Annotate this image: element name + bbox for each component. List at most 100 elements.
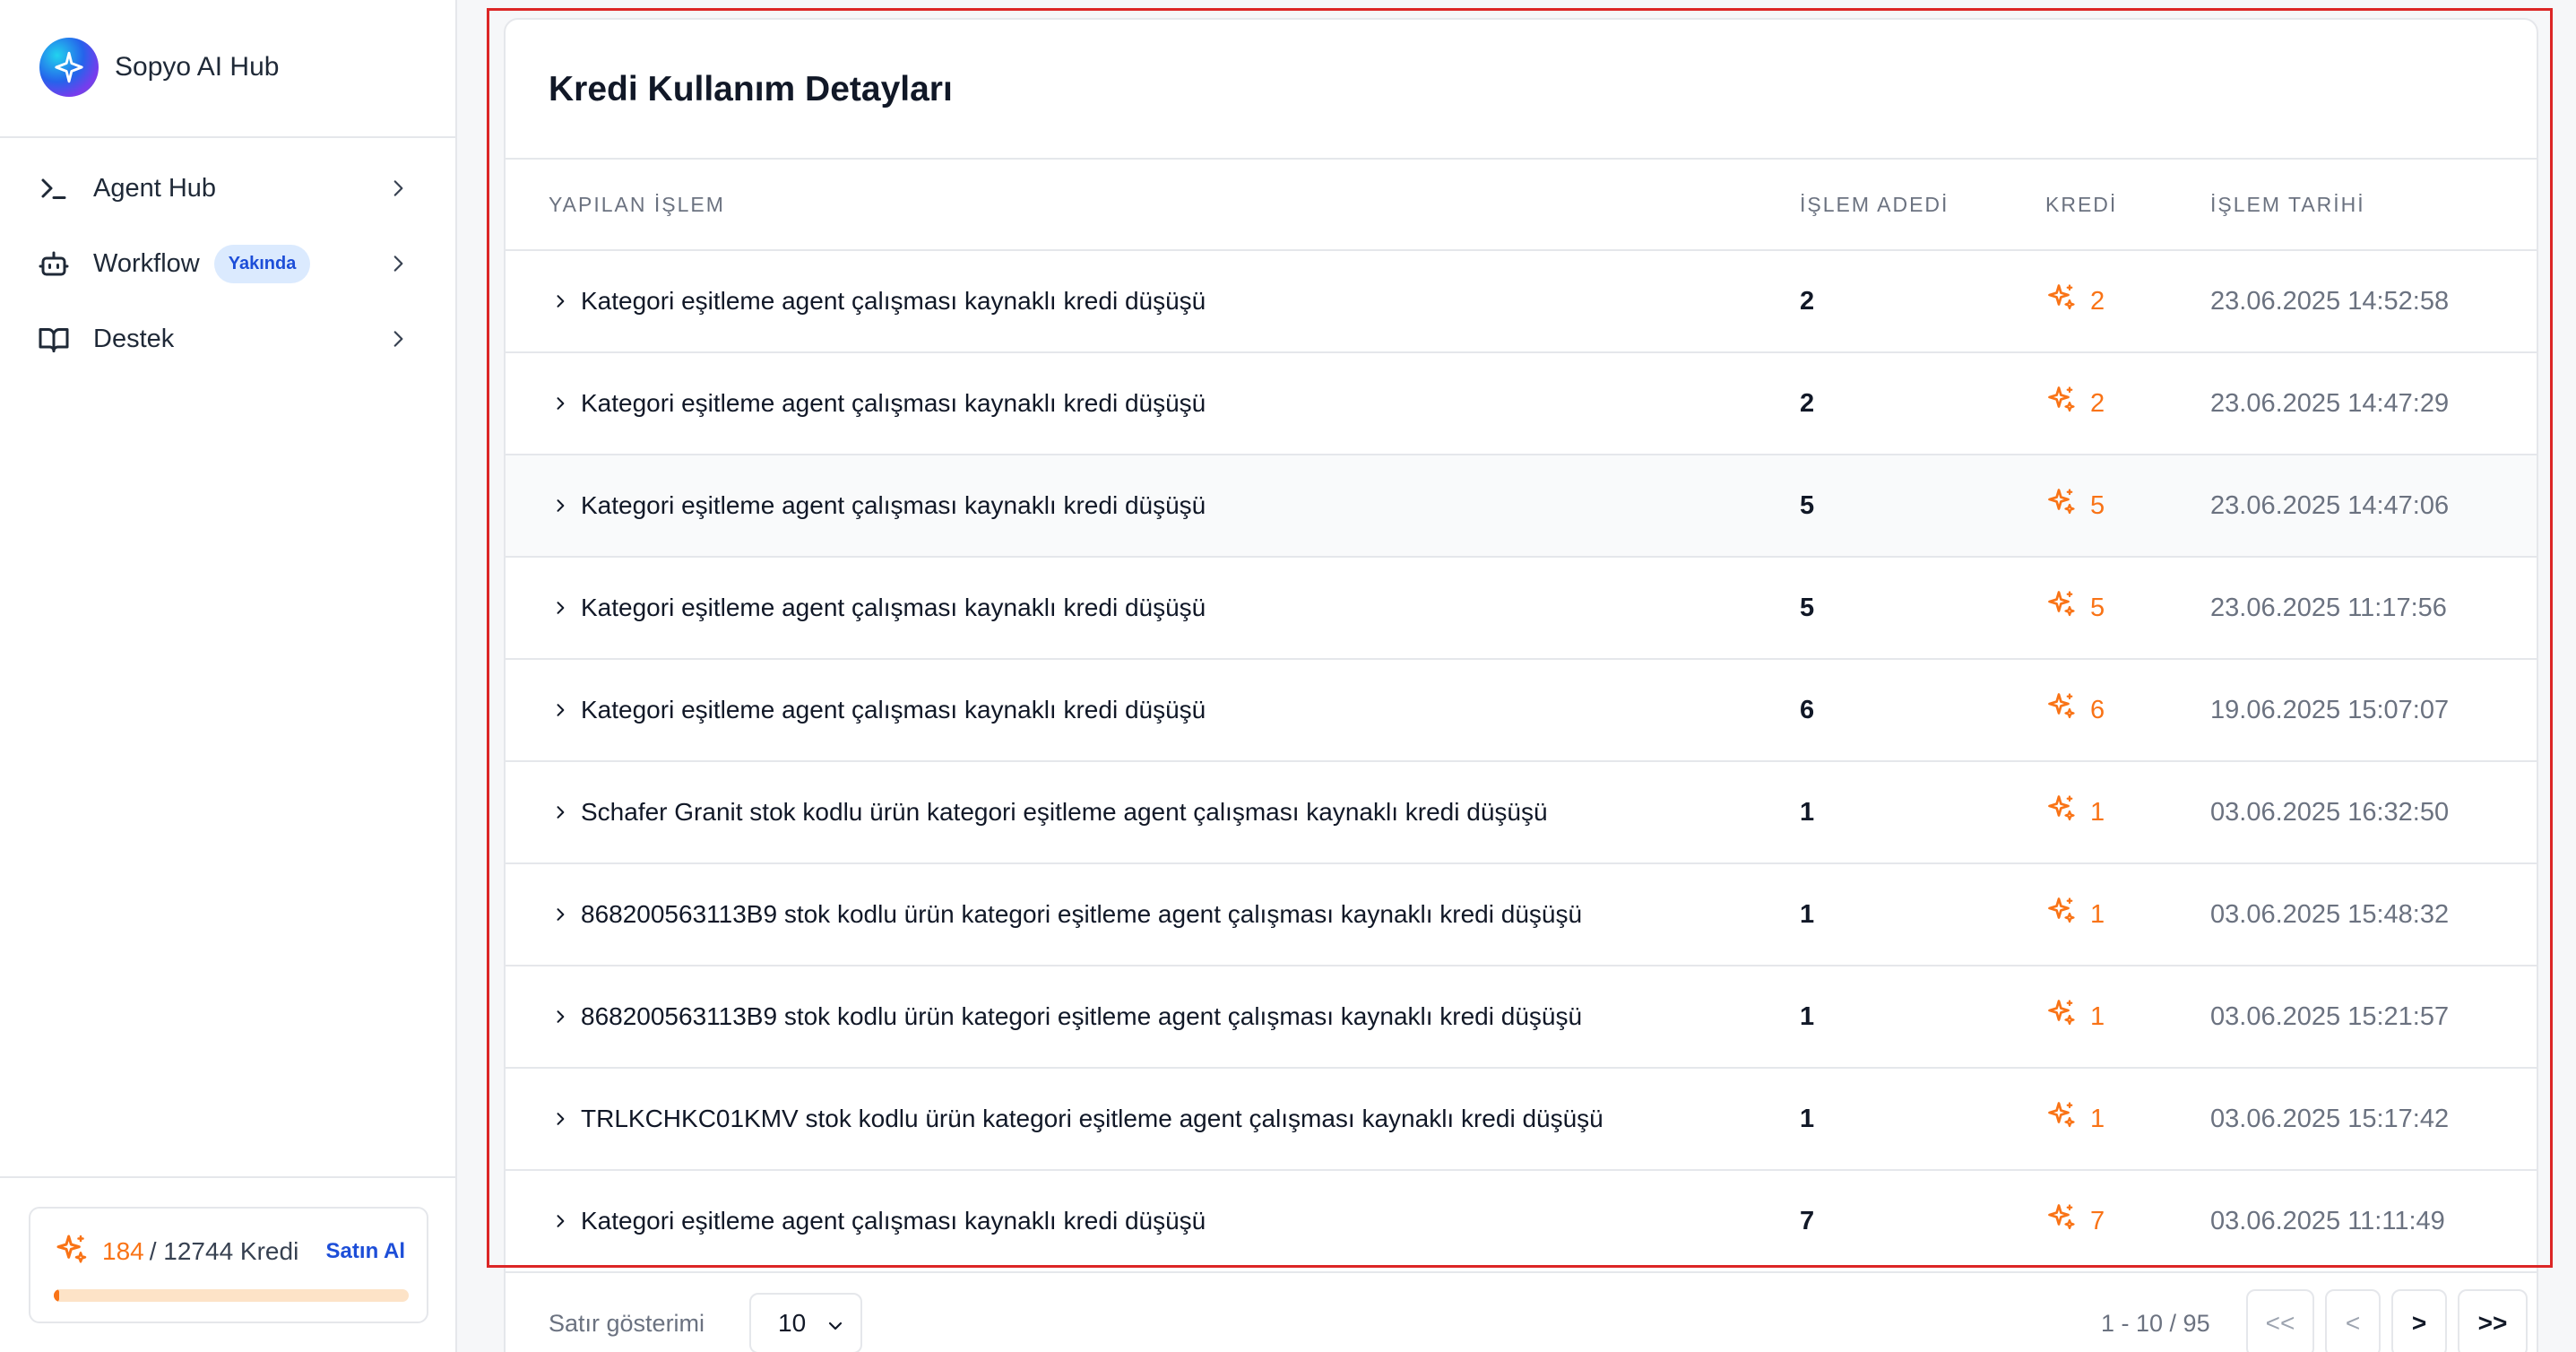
table-row[interactable]: 868200563113B9 stok kodlu ürün kategori … — [506, 864, 2537, 966]
expand-chevron-icon[interactable] — [549, 1005, 572, 1028]
row-credit-value: 1 — [2090, 1104, 2105, 1133]
bot-icon — [36, 246, 72, 282]
sparkles-icon — [54, 1232, 90, 1272]
app-window: Sopyo AI Hub Agent Hub Workflow Yakında — [0, 0, 2576, 1352]
row-date: 03.06.2025 16:32:50 — [2210, 797, 2450, 827]
row-description-text: Kategori eşitleme agent çalışması kaynak… — [581, 287, 1206, 315]
sparkles-icon — [2045, 1099, 2078, 1139]
column-header-credit: KREDİ — [2045, 192, 2118, 216]
table-row[interactable]: Kategori eşitleme agent çalışması kaynak… — [506, 251, 2537, 353]
row-date: 23.06.2025 11:17:56 — [2210, 593, 2447, 622]
row-credit-value: 1 — [2090, 797, 2105, 827]
row-count: 5 — [1800, 490, 1815, 520]
row-description: Kategori eşitleme agent çalışması kaynak… — [549, 660, 1206, 760]
table-row[interactable]: Kategori eşitleme agent çalışması kaynak… — [506, 558, 2537, 660]
chevron-down-icon — [825, 1314, 846, 1336]
row-description: Kategori eşitleme agent çalışması kaynak… — [549, 455, 1206, 556]
row-credit: 1 — [2045, 762, 2105, 862]
row-description-text: Kategori eşitleme agent çalışması kaynak… — [581, 696, 1206, 724]
rows-per-page-select[interactable]: 10 — [749, 1293, 862, 1352]
row-description: TRLKCHKC01KMV stok kodlu ürün kategori e… — [549, 1069, 1604, 1169]
row-date: 03.06.2025 15:17:42 — [2210, 1104, 2450, 1133]
table-row[interactable]: Kategori eşitleme agent çalışması kaynak… — [506, 455, 2537, 558]
page-info: 1 - 10 / 95 — [2101, 1309, 2210, 1337]
row-description-text: TRLKCHKC01KMV stok kodlu ürün kategori e… — [581, 1105, 1604, 1132]
coming-soon-badge: Yakında — [213, 244, 311, 283]
row-count: 6 — [1800, 695, 1815, 724]
expand-chevron-icon[interactable] — [549, 596, 572, 620]
page-title: Kredi Kullanım Detayları — [549, 70, 953, 108]
row-count: 1 — [1800, 899, 1815, 929]
column-header-desc: YAPILAN İŞLEM — [549, 192, 725, 216]
row-description-text: Kategori eşitleme agent çalışması kaynak… — [581, 389, 1206, 417]
row-date: 03.06.2025 15:21:57 — [2210, 1001, 2450, 1031]
row-description-text: Kategori eşitleme agent çalışması kaynak… — [581, 491, 1206, 519]
row-count: 7 — [1800, 1206, 1815, 1235]
credit-usage-progress — [54, 1289, 409, 1302]
sparkles-icon — [2045, 486, 2078, 525]
sparkle-logo-icon — [39, 38, 99, 97]
sidebar-nav: Agent Hub Workflow Yakında Destek — [0, 151, 457, 377]
sidebar-item-label: Workflow — [93, 248, 200, 278]
expand-chevron-icon[interactable] — [549, 698, 572, 722]
expand-chevron-icon[interactable] — [549, 1209, 572, 1233]
table-row[interactable]: TRLKCHKC01KMV stok kodlu ürün kategori e… — [506, 1069, 2537, 1171]
row-date: 03.06.2025 11:11:49 — [2210, 1206, 2445, 1235]
table-body: Kategori eşitleme agent çalışması kaynak… — [506, 251, 2537, 1273]
row-count: 1 — [1800, 1001, 1815, 1031]
sparkles-icon — [2045, 793, 2078, 832]
sidebar-item-workflow[interactable]: Workflow Yakında — [0, 226, 457, 301]
terminal-icon — [36, 170, 72, 206]
divider — [0, 136, 457, 138]
buy-credits-link[interactable]: Satın Al — [326, 1239, 405, 1264]
table-row[interactable]: Schafer Granit stok kodlu ürün kategori … — [506, 762, 2537, 864]
row-description-text: 868200563113B9 stok kodlu ürün kategori … — [581, 1002, 1583, 1030]
row-date: 23.06.2025 14:47:06 — [2210, 490, 2450, 520]
row-description: 868200563113B9 stok kodlu ürün kategori … — [549, 966, 1582, 1067]
brand[interactable]: Sopyo AI Hub — [39, 38, 279, 97]
row-credit: 1 — [2045, 1069, 2105, 1169]
credit-total-value: / 12744 Kredi — [149, 1237, 299, 1265]
row-count: 1 — [1800, 1104, 1815, 1133]
pagination-bar: Satır gösterimi 10 1 - 10 / 95 << < > >> — [506, 1287, 2537, 1352]
table-row[interactable]: Kategori eşitleme agent çalışması kaynak… — [506, 1171, 2537, 1273]
expand-chevron-icon[interactable] — [549, 290, 572, 313]
row-credit: 5 — [2045, 558, 2105, 658]
table-row[interactable]: Kategori eşitleme agent çalışması kaynak… — [506, 660, 2537, 762]
sidebar-item-destek[interactable]: Destek — [0, 301, 457, 377]
expand-chevron-icon[interactable] — [549, 801, 572, 824]
brand-name: Sopyo AI Hub — [115, 52, 280, 82]
row-credit-value: 2 — [2090, 286, 2105, 316]
row-count: 2 — [1800, 286, 1815, 316]
chevron-right-icon — [380, 246, 416, 282]
row-description: Kategori eşitleme agent çalışması kaynak… — [549, 558, 1206, 658]
last-page-button[interactable]: >> — [2458, 1289, 2528, 1352]
row-credit-value: 5 — [2090, 593, 2105, 622]
rows-per-page-label: Satır gösterimi — [549, 1309, 705, 1337]
expand-chevron-icon[interactable] — [549, 392, 572, 415]
table-row[interactable]: 868200563113B9 stok kodlu ürün kategori … — [506, 966, 2537, 1069]
credit-summary-card: 184 / 12744 Kredi Satın Al — [29, 1207, 428, 1323]
row-credit-value: 1 — [2090, 1001, 2105, 1031]
expand-chevron-icon[interactable] — [549, 1107, 572, 1131]
chevron-right-icon — [380, 170, 416, 206]
row-credit: 5 — [2045, 455, 2105, 556]
rows-per-page-value: 10 — [778, 1309, 807, 1337]
expand-chevron-icon[interactable] — [549, 494, 572, 517]
credit-usage-card: Kredi Kullanım Detayları YAPILAN İŞLEM İ… — [504, 18, 2538, 1352]
table-row[interactable]: Kategori eşitleme agent çalışması kaynak… — [506, 353, 2537, 455]
table-header: YAPILAN İŞLEM İŞLEM ADEDİ KREDİ İŞLEM TA… — [506, 158, 2537, 251]
sidebar-item-agent-hub[interactable]: Agent Hub — [0, 151, 457, 226]
first-page-button[interactable]: << — [2246, 1289, 2314, 1352]
prev-page-button[interactable]: < — [2325, 1289, 2381, 1352]
credit-used-value: 184 — [102, 1237, 144, 1265]
next-page-button[interactable]: > — [2391, 1289, 2447, 1352]
book-open-icon — [36, 321, 72, 357]
row-date: 03.06.2025 15:48:32 — [2210, 899, 2450, 929]
sparkles-icon — [2045, 384, 2078, 423]
expand-chevron-icon[interactable] — [549, 903, 572, 926]
row-count: 2 — [1800, 388, 1815, 418]
row-description: 868200563113B9 stok kodlu ürün kategori … — [549, 864, 1582, 965]
column-header-count: İŞLEM ADEDİ — [1800, 192, 1949, 216]
row-count: 1 — [1800, 797, 1815, 827]
